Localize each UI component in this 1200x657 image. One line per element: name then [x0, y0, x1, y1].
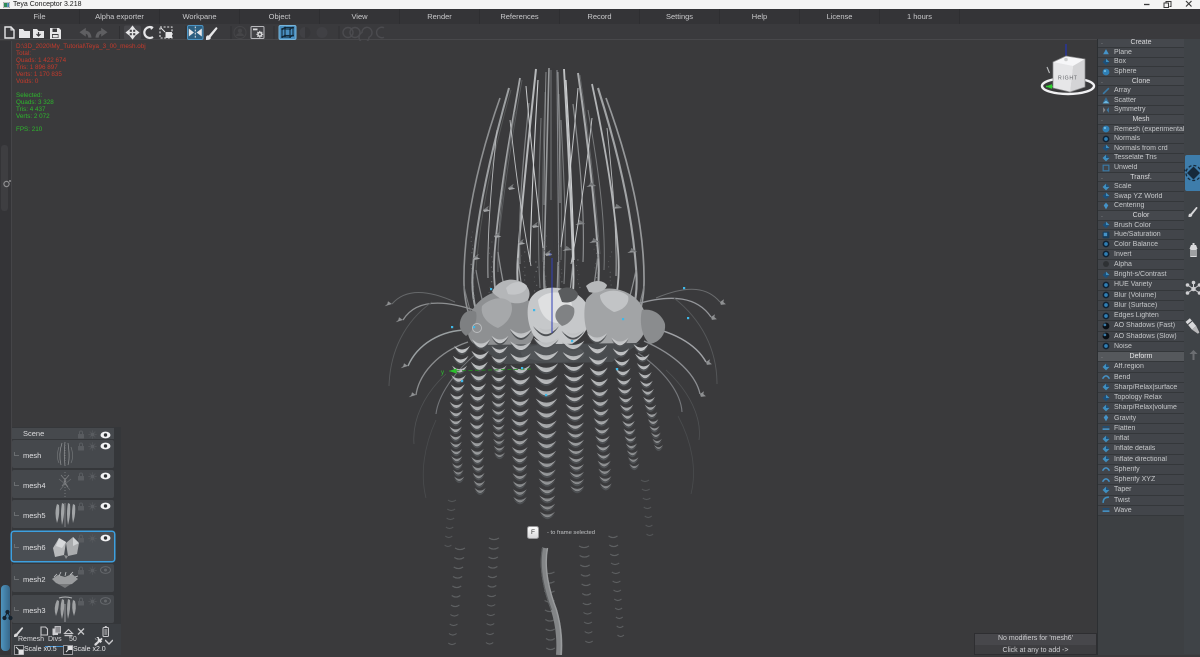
svg-text:y: y — [441, 370, 444, 376]
svg-text:RIGHT: RIGHT — [1058, 76, 1078, 82]
svg-text:z: z — [549, 252, 552, 258]
